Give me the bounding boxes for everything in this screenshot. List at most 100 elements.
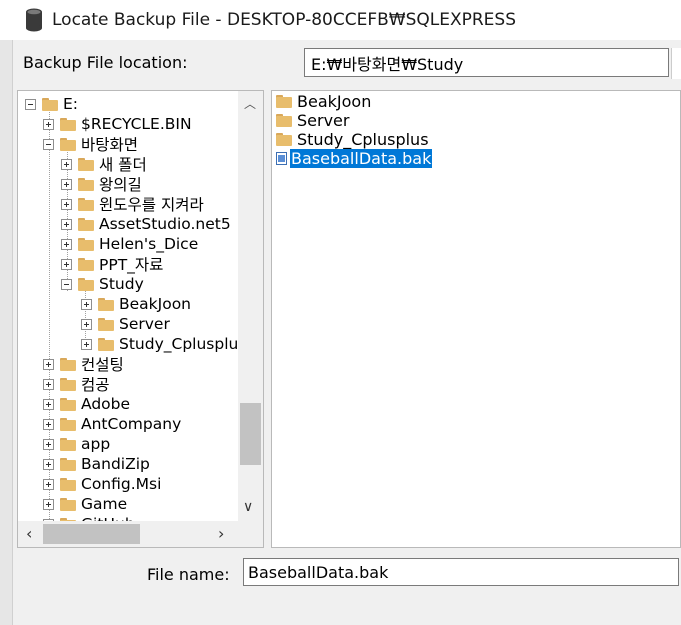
expand-plus-icon[interactable] <box>61 158 72 170</box>
tree-item-label: 윈도우를 지켜라 <box>99 196 204 214</box>
tree-item-label: E: <box>63 95 79 113</box>
tree-item[interactable]: E: <box>25 94 78 114</box>
tree-item[interactable]: GitHub <box>43 514 135 521</box>
expand-plus-icon[interactable] <box>61 258 72 270</box>
expand-plus-icon[interactable] <box>61 238 72 250</box>
folder-icon <box>60 357 76 371</box>
folder-icon <box>60 397 76 411</box>
folder-icon <box>60 137 76 151</box>
tree-horizontal-scroll-thumb[interactable] <box>43 524 140 544</box>
expand-plus-icon[interactable] <box>43 458 54 470</box>
folder-icon <box>78 277 94 291</box>
collapse-minus-icon[interactable] <box>43 138 54 150</box>
folder-icon <box>78 217 94 231</box>
folder-icon <box>60 477 76 491</box>
folder-icon <box>60 417 76 431</box>
folder-icon <box>60 437 76 451</box>
tree-item[interactable]: 바탕화면 <box>43 134 138 154</box>
collapse-minus-icon[interactable] <box>25 98 36 110</box>
folder-icon <box>98 317 114 331</box>
location-field-edge <box>671 48 681 79</box>
folder-icon <box>78 257 94 271</box>
expand-plus-icon[interactable] <box>43 438 54 450</box>
tree-item-label: 새 폴더 <box>99 156 147 174</box>
file-name-label: File name: <box>147 565 230 584</box>
tree-item[interactable]: app <box>43 434 110 454</box>
tree-item-label: $RECYCLE.BIN <box>81 115 192 133</box>
folder-icon <box>276 114 292 127</box>
collapse-minus-icon[interactable] <box>61 278 72 290</box>
window-title: Locate Backup File - DESKTOP-80CCEFB₩SQL… <box>52 10 516 30</box>
scroll-right-arrow-icon[interactable]: › <box>218 524 224 543</box>
file-list-folder[interactable]: Study_Cplusplus <box>276 130 429 149</box>
expand-plus-icon[interactable] <box>43 398 54 410</box>
expand-plus-icon[interactable] <box>61 178 72 190</box>
file-list-label: BeakJoon <box>297 92 372 111</box>
file-list-folder[interactable]: Server <box>276 111 349 130</box>
scrollbar-corner <box>238 521 263 547</box>
file-name-input[interactable] <box>243 558 679 586</box>
folder-icon <box>98 297 114 311</box>
tree-item[interactable]: Adobe <box>43 394 130 414</box>
expand-plus-icon[interactable] <box>43 358 54 370</box>
window-edge <box>0 40 13 625</box>
tree-item-label: PPT_자료 <box>99 256 164 274</box>
tree-item-label: Adobe <box>81 395 131 413</box>
expand-plus-icon[interactable] <box>43 118 54 130</box>
tree-item[interactable]: 윈도우를 지켜라 <box>61 194 204 214</box>
expand-plus-icon[interactable] <box>81 298 92 310</box>
scroll-down-arrow-icon[interactable]: ∨ <box>243 499 253 515</box>
folder-icon <box>78 157 94 171</box>
expand-plus-icon[interactable] <box>43 478 54 490</box>
tree-item[interactable]: 새 폴더 <box>61 154 147 174</box>
file-list-folder[interactable]: BeakJoon <box>276 92 371 111</box>
file-list[interactable]: BeakJoon Server Study_Cplusplus BaseballDat… <box>271 90 681 548</box>
tree-horizontal-scrollbar[interactable]: ‹ › <box>18 521 238 547</box>
file-list-label: BaseballData.bak <box>290 149 433 168</box>
file-list-file[interactable]: BaseballData.bak <box>276 149 433 168</box>
tree-item[interactable]: Config.Msi <box>43 474 161 494</box>
tree-item[interactable]: $RECYCLE.BIN <box>43 114 192 134</box>
title-bar: Locate Backup File - DESKTOP-80CCEFB₩SQL… <box>0 0 681 40</box>
expand-plus-icon[interactable] <box>61 198 72 210</box>
folder-tree-viewport: E: $RECYCLE.BIN 바탕화면새 폴더 왕의길윈도우를 지켜라 AssetSt… <box>18 91 238 521</box>
folder-icon <box>42 97 58 111</box>
tree-item[interactable]: Game <box>43 494 127 514</box>
tree-item-label: BandiZip <box>81 455 150 473</box>
tree-item-label: Study <box>99 275 144 293</box>
tree-item[interactable]: PPT_자료 <box>61 254 163 274</box>
database-icon <box>26 8 42 32</box>
scroll-left-arrow-icon[interactable]: ‹ <box>26 524 32 543</box>
tree-vertical-scrollbar[interactable]: ︿ ∨ <box>238 91 263 521</box>
tree-item-label: AssetStudio.net5 <box>99 215 231 233</box>
backup-file-icon <box>276 152 287 165</box>
folder-icon <box>60 377 76 391</box>
backup-location-input[interactable] <box>304 48 669 77</box>
expand-plus-icon[interactable] <box>43 378 54 390</box>
expand-plus-icon[interactable] <box>81 318 92 330</box>
expand-plus-icon[interactable] <box>61 218 72 230</box>
folder-icon <box>60 497 76 511</box>
tree-item-label: Game <box>81 495 128 513</box>
tree-item[interactable]: BandiZip <box>43 454 150 474</box>
tree-item[interactable]: AssetStudio.net5 <box>61 214 231 234</box>
folder-icon <box>78 177 94 191</box>
tree-vertical-scroll-thumb[interactable] <box>240 403 261 465</box>
tree-item[interactable]: Server <box>81 314 170 334</box>
tree-item[interactable]: 컨설팅 <box>43 354 124 374</box>
expand-plus-icon[interactable] <box>43 418 54 430</box>
tree-item[interactable]: Study <box>61 274 144 294</box>
tree-item[interactable]: Study_Cplusplus <box>81 334 238 354</box>
tree-item[interactable]: BeakJoon <box>81 294 191 314</box>
tree-item[interactable]: 컴공 <box>43 374 110 394</box>
tree-item[interactable]: AntCompany <box>43 414 181 434</box>
tree-item-label: AntCompany <box>81 415 182 433</box>
tree-item[interactable]: Helen's_Dice <box>61 234 198 254</box>
tree-item[interactable]: 왕의길 <box>61 174 142 194</box>
scroll-up-arrow-icon[interactable]: ︿ <box>244 95 256 112</box>
expand-plus-icon[interactable] <box>81 338 92 350</box>
folder-tree[interactable]: E: $RECYCLE.BIN 바탕화면새 폴더 왕의길윈도우를 지켜라 AssetSt… <box>17 90 264 548</box>
folder-icon <box>60 457 76 471</box>
expand-plus-icon[interactable] <box>43 498 54 510</box>
tree-item-label: Helen's_Dice <box>99 235 199 253</box>
